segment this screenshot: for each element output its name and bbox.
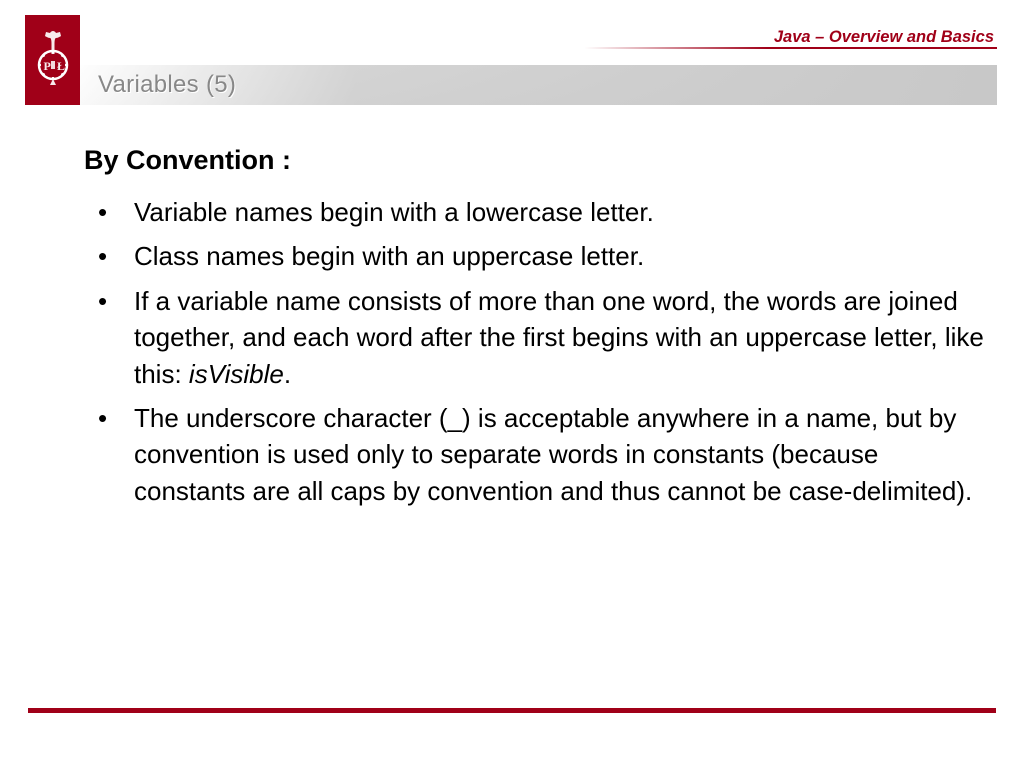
bullet-text: Variable names begin with a lowercase le… [134, 197, 654, 227]
university-logo: P Ł [25, 15, 80, 105]
header-divider [80, 47, 997, 49]
list-item: If a variable name consists of more than… [92, 283, 996, 392]
header-area: P Ł Java – Overview and Basics Variables… [0, 0, 1024, 110]
svg-text:P: P [43, 59, 50, 73]
list-item: Variable names begin with a lowercase le… [92, 194, 996, 230]
bullet-text-post: . [284, 359, 291, 389]
content-heading: By Convention : [84, 145, 996, 176]
title-bar: Variables (5) [80, 65, 997, 105]
list-item: Class names begin with an uppercase lett… [92, 238, 996, 274]
bullet-text: The underscore character (_) is acceptab… [134, 403, 972, 506]
bullet-list: Variable names begin with a lowercase le… [84, 194, 996, 509]
bullet-text: Class names begin with an uppercase lett… [134, 241, 644, 271]
course-title: Java – Overview and Basics [774, 28, 994, 47]
bullet-text-italic: isVisible [189, 359, 284, 389]
list-item: The underscore character (_) is acceptab… [92, 400, 996, 509]
footer-divider [28, 708, 996, 713]
slide-content: By Convention : Variable names begin wit… [84, 145, 996, 517]
slide-title: Variables (5) [98, 71, 236, 99]
svg-text:Ł: Ł [57, 59, 65, 73]
logo-crest-icon: P Ł [31, 25, 75, 95]
